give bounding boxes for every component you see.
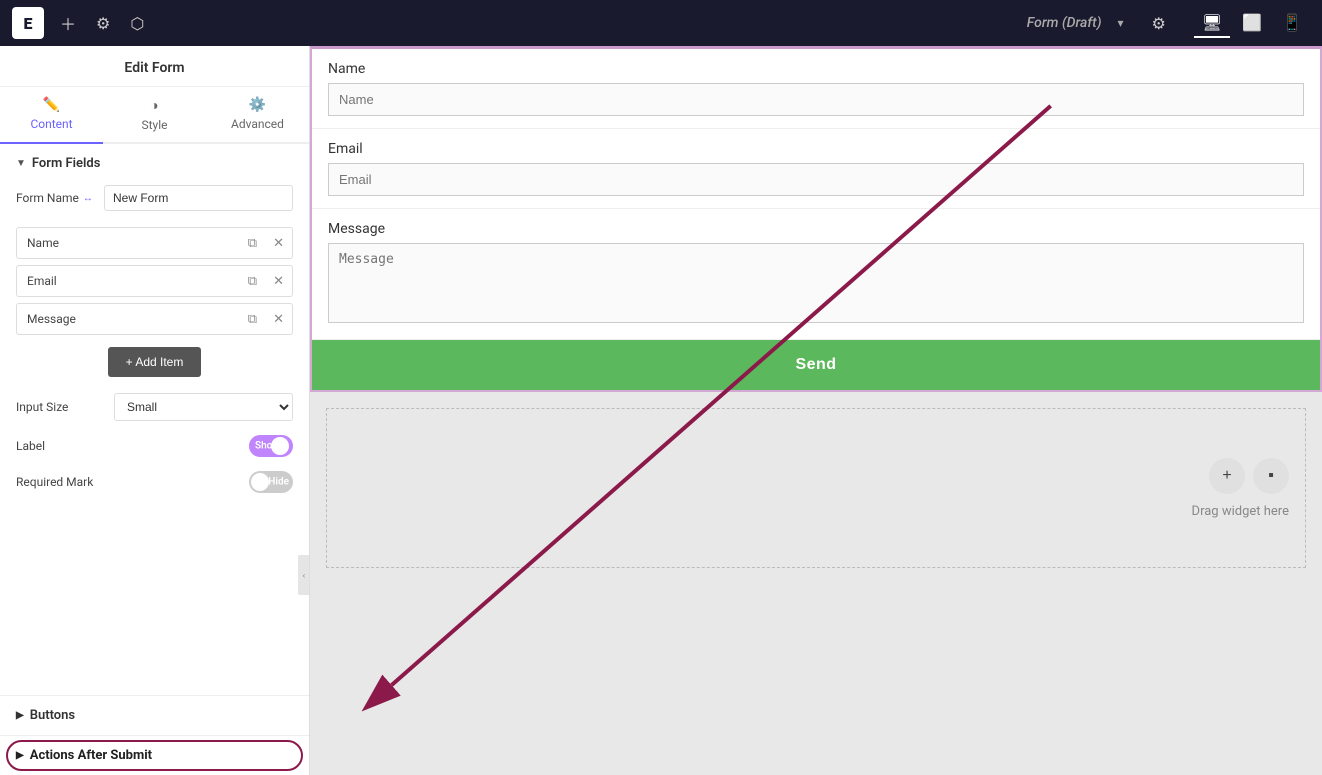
form-name-row: Form Name ↔	[16, 185, 293, 211]
elementor-logo[interactable]: E	[12, 7, 44, 39]
label-toggle-row: Label Show	[16, 435, 293, 457]
field-item-message: Message ⧉ ✕	[16, 303, 293, 335]
field-list: Name ⧉ ✕ Email ⧉ ✕ Message ⧉ ✕	[16, 227, 293, 335]
message-field-textarea[interactable]	[328, 243, 1304, 323]
collapse-handle-button[interactable]: ‹	[298, 555, 310, 595]
tablet-view-btn[interactable]: ⬜	[1234, 9, 1270, 38]
label-toggle[interactable]: Show	[249, 435, 293, 457]
sidebar-tabs: ✏️ Content ◑ Style ⚙️ Advanced	[0, 87, 309, 144]
label-toggle-label: Label	[16, 439, 249, 453]
input-size-row: Input Size Small Medium Large	[16, 393, 293, 421]
form-fields-section-header[interactable]: ▼ Form Fields	[16, 156, 293, 171]
input-size-label: Input Size	[16, 400, 106, 414]
section-arrow-icon: ▼	[16, 158, 26, 169]
main-layout: Edit Form ✏️ Content ◑ Style ⚙️ Advanced…	[0, 46, 1322, 775]
actions-arrow-icon: ▶	[16, 750, 24, 761]
advanced-tab-icon: ⚙️	[249, 97, 266, 113]
page-title: Form (Draft)	[1027, 15, 1102, 31]
tab-advanced[interactable]: ⚙️ Advanced	[206, 87, 309, 142]
form-name-input[interactable]	[104, 185, 293, 211]
buttons-section: ▶ Buttons	[0, 695, 309, 735]
content-tab-icon: ✏️	[43, 97, 60, 113]
tab-style[interactable]: ◑ Style	[103, 87, 206, 142]
form-field-email: Email	[312, 129, 1320, 209]
form-field-name: Name	[312, 49, 1320, 129]
required-mark-label: Required Mark	[16, 475, 249, 489]
field-remove-btn-name[interactable]: ✕	[265, 229, 292, 257]
actions-section-header[interactable]: ▶ Actions After Submit	[16, 748, 293, 763]
buttons-arrow-icon: ▶	[16, 710, 24, 721]
required-mark-toggle-row: Required Mark Hide	[16, 471, 293, 493]
sidebar-title: Edit Form	[0, 46, 309, 87]
field-item-name: Name ⧉ ✕	[16, 227, 293, 259]
form-name-label: Form Name ↔	[16, 191, 96, 205]
input-size-select[interactable]: Small Medium Large	[114, 393, 293, 421]
settings-icon[interactable]: ⚙	[92, 10, 114, 37]
mobile-view-btn[interactable]: 📱	[1274, 9, 1310, 38]
desktop-view-btn[interactable]: 🖥	[1194, 9, 1230, 38]
folder-widget-btn[interactable]: ▪	[1253, 458, 1289, 494]
drag-area-icons: + ▪	[1209, 458, 1289, 494]
sidebar-content: ▼ Form Fields Form Name ↔ Name ⧉ ✕	[0, 144, 309, 695]
topbar: E ＋ ⚙ ⬡ Form (Draft) ▾ ⚙ 🖥 ⬜ 📱	[0, 0, 1322, 46]
name-field-input[interactable]	[328, 83, 1304, 116]
canvas: Name Email Message Send + ▪ Drag widget …	[310, 46, 1322, 775]
field-copy-btn-message[interactable]: ⧉	[240, 305, 265, 333]
sync-icon[interactable]: ↔	[83, 193, 93, 204]
style-tab-icon: ◑	[150, 97, 158, 114]
form-preview: Name Email Message Send	[310, 46, 1322, 392]
drag-widget-area: + ▪ Drag widget here	[326, 408, 1306, 568]
email-field-label: Email	[328, 141, 1304, 157]
field-remove-btn-message[interactable]: ✕	[265, 305, 292, 333]
add-item-button[interactable]: + Add Item	[108, 347, 202, 377]
field-remove-btn-email[interactable]: ✕	[265, 267, 292, 295]
title-chevron-icon[interactable]: ▾	[1117, 16, 1123, 30]
form-field-message: Message	[312, 209, 1320, 340]
field-copy-btn-email[interactable]: ⧉	[240, 267, 265, 295]
add-widget-btn[interactable]: +	[1209, 458, 1245, 494]
send-button[interactable]: Send	[312, 340, 1320, 390]
add-icon[interactable]: ＋	[56, 7, 80, 39]
required-mark-toggle[interactable]: Hide	[249, 471, 293, 493]
tab-content[interactable]: ✏️ Content	[0, 87, 103, 144]
drag-area-text: Drag widget here	[1192, 504, 1289, 519]
email-field-input[interactable]	[328, 163, 1304, 196]
buttons-section-header[interactable]: ▶ Buttons	[16, 708, 293, 723]
sidebar: Edit Form ✏️ Content ◑ Style ⚙️ Advanced…	[0, 46, 310, 775]
message-field-label: Message	[328, 221, 1304, 237]
field-copy-btn-name[interactable]: ⧉	[240, 229, 265, 257]
layers-icon[interactable]: ⬡	[126, 10, 148, 37]
name-field-label: Name	[328, 61, 1304, 77]
view-icons: 🖥 ⬜ 📱	[1194, 9, 1310, 38]
field-item-email: Email ⧉ ✕	[16, 265, 293, 297]
actions-after-submit-section: ▶ Actions After Submit	[0, 735, 309, 775]
topbar-gear-icon[interactable]: ⚙	[1152, 14, 1166, 33]
